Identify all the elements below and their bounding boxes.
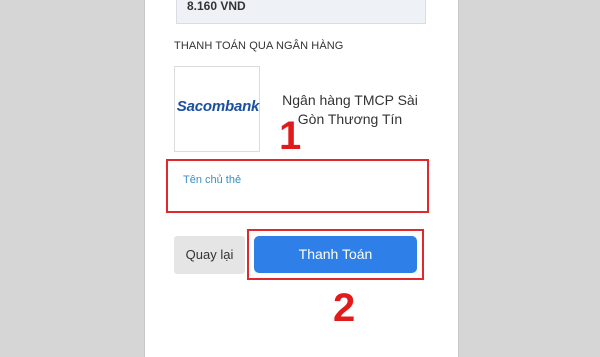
amount-box: 8.160 VND (176, 0, 426, 24)
pay-button[interactable]: Thanh Toán (254, 236, 417, 273)
bank-logo-text: Sacombank (176, 98, 260, 115)
bank-logo[interactable]: Sacombank (174, 66, 260, 152)
card-holder-field[interactable]: Tên chủ thẻ (166, 159, 429, 213)
section-label: THANH TOÁN QUA NGÂN HÀNG (174, 40, 344, 52)
back-button[interactable]: Quay lại (174, 236, 245, 274)
step-1-annotation: 1 (279, 114, 302, 158)
card-holder-label: Tên chủ thẻ (183, 174, 242, 186)
card-holder-input[interactable] (183, 189, 413, 207)
amount-value: 8.160 VND (187, 0, 246, 13)
step-2-annotation: 2 (333, 286, 356, 330)
